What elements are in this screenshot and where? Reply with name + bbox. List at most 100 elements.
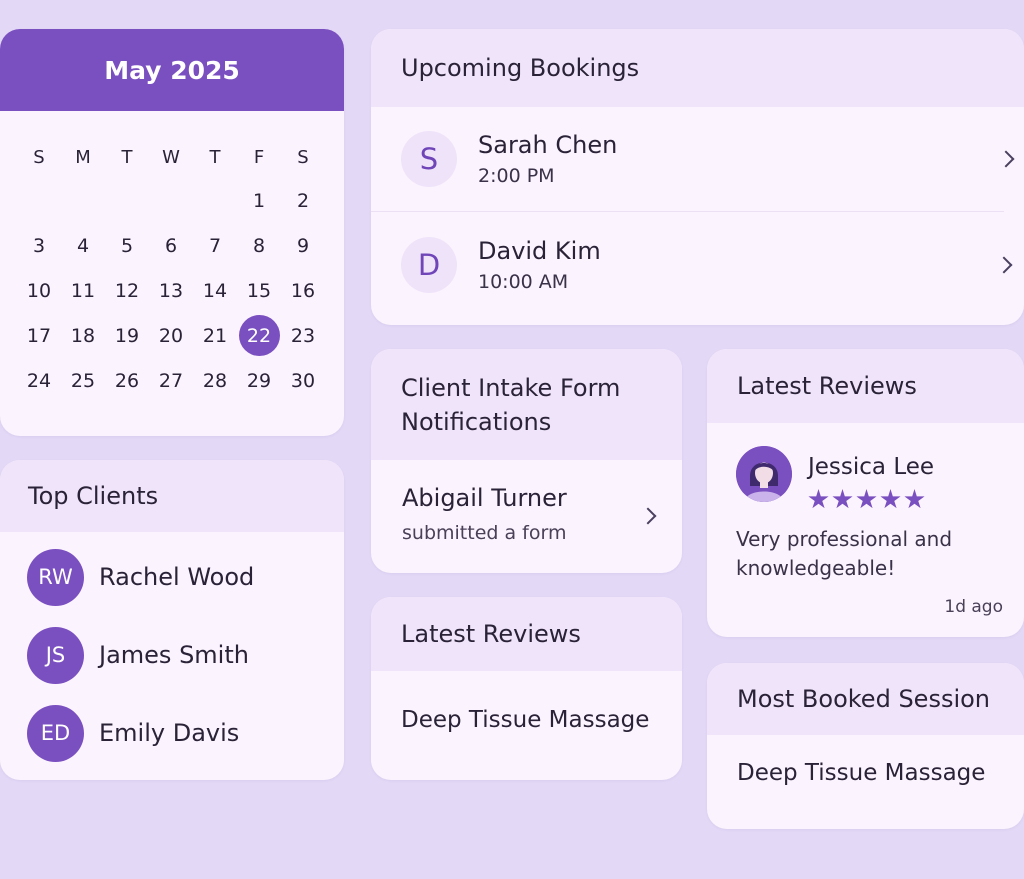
weekday-label: T (121, 146, 133, 168)
calendar-day-number: 1 (252, 189, 266, 212)
calendar-day[interactable]: 20 (149, 313, 193, 358)
calendar-day-selected[interactable]: 22 (237, 313, 281, 358)
calendar-day[interactable]: 21 (193, 313, 237, 358)
star-icon (904, 489, 925, 509)
client-row[interactable]: ED Emily Davis (0, 694, 344, 772)
booking-row[interactable]: S Sarah Chen 2:00 PM (371, 107, 1015, 212)
booking-row[interactable]: D David Kim 10:00 AM (371, 212, 1024, 317)
calendar-day[interactable]: 2 (281, 178, 325, 223)
calendar-day[interactable]: 15 (237, 268, 281, 313)
calendar-day-number: 11 (70, 279, 96, 302)
calendar-day-number: 27 (158, 369, 184, 392)
calendar-day[interactable]: 10 (17, 268, 61, 313)
client-avatar: RW (27, 548, 84, 606)
star-rating (808, 489, 934, 510)
client-name: James Smith (99, 641, 249, 669)
intake-notifications-title: Client Intake Form Notifications (371, 349, 682, 460)
star-icon (856, 489, 877, 509)
calendar-blank (149, 178, 193, 223)
calendar-day-number: 29 (246, 369, 272, 392)
top-clients-title: Top Clients (0, 460, 344, 532)
calendar-day[interactable]: 14 (193, 268, 237, 313)
calendar-day-number: 21 (202, 324, 228, 347)
calendar-day-number: 5 (120, 234, 134, 257)
calendar-blank (17, 178, 61, 223)
calendar-day[interactable]: 30 (281, 358, 325, 403)
calendar-day-number: 17 (26, 324, 52, 347)
calendar-day[interactable]: 12 (105, 268, 149, 313)
calendar-day-number: 4 (76, 234, 90, 257)
calendar-day[interactable]: 6 (149, 223, 193, 268)
calendar-day-number: 22 (238, 315, 280, 356)
latest-reviews-title: Latest Reviews (707, 349, 1024, 423)
most-booked-session-name: Deep Tissue Massage (737, 760, 986, 786)
calendar-day[interactable]: 17 (17, 313, 61, 358)
weekday-label: F (253, 146, 265, 168)
calendar-day-number: 2 (296, 189, 310, 212)
calendar-day-number: 8 (252, 234, 266, 257)
booking-time: 2:00 PM (478, 165, 555, 187)
reviewer-avatar (736, 446, 792, 502)
calendar-day[interactable]: 26 (105, 358, 149, 403)
calendar-day[interactable]: 8 (237, 223, 281, 268)
calendar-day[interactable]: 25 (61, 358, 105, 403)
calendar-day[interactable]: 23 (281, 313, 325, 358)
review-timestamp: 1d ago (944, 597, 1003, 617)
calendar-day-number: 26 (114, 369, 140, 392)
calendar-day[interactable]: 27 (149, 358, 193, 403)
calendar-day-number: 16 (290, 279, 316, 302)
calendar-day[interactable]: 4 (61, 223, 105, 268)
weekday-label: S (33, 146, 45, 168)
calendar-grid: S M T W T F S 1 2 3 4 5 6 7 8 9 10 11 12 13 14 15 16 17 18 19 20 21… (17, 136, 344, 403)
weekday-label: S (297, 146, 309, 168)
review-session-name[interactable]: Deep Tissue Massage (371, 671, 682, 733)
client-row[interactable]: RW Rachel Wood (0, 538, 344, 616)
calendar-card: May 2025 S M T W T F S 1 2 3 4 5 6 7 8 9 10 11 12 13 14 15 16 1… (0, 29, 344, 436)
calendar-day-number: 30 (290, 369, 316, 392)
calendar-day[interactable]: 7 (193, 223, 237, 268)
calendar-blank (105, 178, 149, 223)
latest-reviews-small-card: Latest Reviews Deep Tissue Massage (371, 597, 682, 780)
calendar-day-number: 24 (26, 369, 52, 392)
calendar-day[interactable]: 18 (61, 313, 105, 358)
person-icon (736, 446, 792, 502)
intake-title-line1: Client Intake Form (401, 373, 621, 402)
calendar-day-number: 14 (202, 279, 228, 302)
client-name: Rachel Wood (99, 563, 255, 591)
star-icon (808, 489, 829, 509)
chevron-right-icon[interactable] (997, 150, 1015, 168)
calendar-day-number: 7 (208, 234, 222, 257)
calendar-day-number: 3 (32, 234, 46, 257)
latest-reviews-small-title: Latest Reviews (371, 597, 682, 671)
upcoming-bookings-card: Upcoming Bookings S Sarah Chen 2:00 PM D… (371, 29, 1024, 325)
intake-status: submitted a form (402, 522, 567, 544)
star-icon (832, 489, 853, 509)
calendar-day[interactable]: 29 (237, 358, 281, 403)
calendar-day[interactable]: 16 (281, 268, 325, 313)
most-booked-session-title: Most Booked Session (707, 663, 1024, 735)
client-avatar: ED (27, 704, 84, 762)
calendar-day[interactable]: 9 (281, 223, 325, 268)
review-text: Very professional and knowledgeable! (736, 527, 953, 580)
booking-avatar: S (401, 131, 457, 187)
calendar-day[interactable]: 3 (17, 223, 61, 268)
calendar-blank (61, 178, 105, 223)
calendar-day[interactable]: 5 (105, 223, 149, 268)
weekday-label: W (162, 146, 180, 168)
calendar-day-number: 13 (158, 279, 184, 302)
calendar-day-number: 6 (164, 234, 178, 257)
intake-title-line2: Notifications (401, 407, 552, 436)
calendar-day[interactable]: 13 (149, 268, 193, 313)
calendar-day-number: 18 (70, 324, 96, 347)
calendar-day[interactable]: 1 (237, 178, 281, 223)
booking-name: David Kim (478, 236, 601, 265)
calendar-day[interactable]: 19 (105, 313, 149, 358)
intake-notification-item[interactable]: Abigail Turner submitted a form (371, 460, 682, 544)
calendar-day[interactable]: 24 (17, 358, 61, 403)
calendar-day[interactable]: 28 (193, 358, 237, 403)
client-row[interactable]: JS James Smith (0, 616, 344, 694)
calendar-day[interactable]: 11 (61, 268, 105, 313)
calendar-day-number: 19 (114, 324, 140, 347)
calendar-day-number: 10 (26, 279, 52, 302)
chevron-right-icon[interactable] (995, 256, 1013, 273)
